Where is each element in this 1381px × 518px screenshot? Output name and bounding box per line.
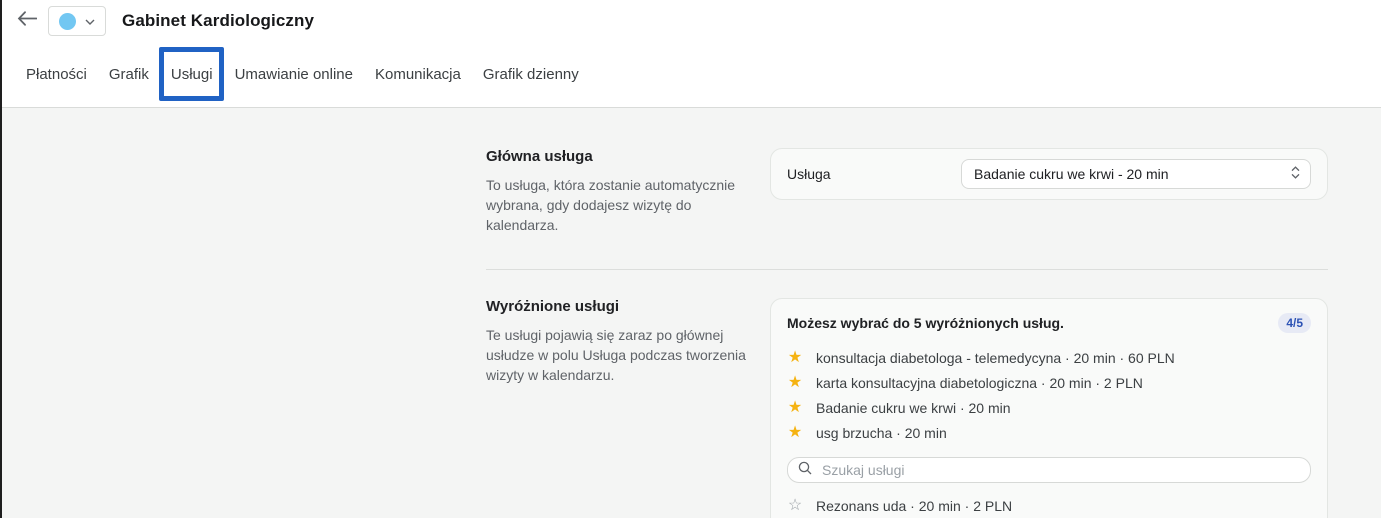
featured-services-heading: Wyróżnione usługi <box>486 298 620 315</box>
page-title: Gabinet Kardiologiczny <box>122 11 315 30</box>
star-filled-icon[interactable] <box>787 400 803 416</box>
featured-service-label: Badanie cukru we krwi · 20 min <box>816 399 1011 416</box>
select-stepper-icon <box>1291 166 1300 182</box>
featured-service-item: Badanie cukru we krwi · 20 min <box>787 395 1311 420</box>
service-search-box <box>787 457 1311 483</box>
search-icon <box>798 461 812 480</box>
star-filled-icon[interactable] <box>787 375 803 391</box>
services-settings-content: Główna usługa To usługa, która zostanie … <box>2 108 1381 518</box>
service-search-input[interactable] <box>820 461 1300 479</box>
arrow-left-icon <box>17 11 38 31</box>
tab-umawianie-online[interactable]: Umawianie online <box>234 64 354 85</box>
tab-grafik[interactable]: Grafik <box>108 64 150 85</box>
tab-grafik-dzienny[interactable]: Grafik dzienny <box>482 64 580 85</box>
main-service-section: Główna usługa To usługa, która zostanie … <box>486 148 1381 235</box>
featured-count-badge: 4/5 <box>1278 313 1311 333</box>
featured-service-label: usg brzucha · 20 min <box>816 424 947 441</box>
featured-service-item: konsultacja diabetologa - telemedycyna ·… <box>787 345 1311 370</box>
star-filled-icon[interactable] <box>787 350 803 366</box>
main-service-select[interactable]: Badanie cukru we krwi - 20 min <box>961 159 1311 189</box>
featured-services-description-block: Wyróżnione usługi Te usługi pojawią się … <box>486 298 748 385</box>
main-service-description: To usługa, która zostanie automatycznie … <box>486 177 736 233</box>
header: Gabinet Kardiologiczny Płatności Grafik … <box>2 0 1381 108</box>
tab-uslugi[interactable]: Usługi <box>158 47 224 101</box>
featured-limit-text: Możesz wybrać do 5 wyróżnionych usług. <box>787 315 1064 331</box>
featured-service-label: konsultacja diabetologa - telemedycyna ·… <box>816 349 1175 366</box>
star-filled-icon[interactable] <box>787 425 803 441</box>
featured-services-card: Możesz wybrać do 5 wyróżnionych usług. 4… <box>770 298 1328 518</box>
featured-services-section: Wyróżnione usługi Te usługi pojawią się … <box>486 298 1381 518</box>
star-outline-icon[interactable] <box>787 498 803 514</box>
featured-service-label: karta konsultacyjna diabetologiczna · 20… <box>816 374 1143 391</box>
app-window: Gabinet Kardiologiczny Płatności Grafik … <box>0 0 1381 518</box>
main-service-heading: Główna usługa <box>486 148 593 165</box>
back-button[interactable] <box>14 8 40 34</box>
main-service-select-value: Badanie cukru we krwi - 20 min <box>974 166 1169 182</box>
featured-services-description: Te usługi pojawią się zaraz po głównej u… <box>486 327 746 383</box>
tab-komunikacja[interactable]: Komunikacja <box>374 64 462 85</box>
available-service-item: Rezonans uda · 20 min · 2 PLN <box>787 493 1311 518</box>
tab-bar: Płatności Grafik Usługi Umawianie online… <box>2 42 1381 107</box>
available-service-label: Rezonans uda · 20 min · 2 PLN <box>816 497 1013 514</box>
main-service-description-block: Główna usługa To usługa, która zostanie … <box>486 148 748 235</box>
tab-uslugi-label: Usługi <box>170 66 213 83</box>
practice-avatar-dropdown[interactable] <box>48 6 106 36</box>
main-service-card: Usługa Badanie cukru we krwi - 20 min <box>770 148 1328 200</box>
featured-service-item: karta konsultacyjna diabetologiczna · 20… <box>787 370 1311 395</box>
service-field-label: Usługa <box>787 166 831 182</box>
avatar <box>59 12 76 30</box>
featured-service-item: usg brzucha · 20 min <box>787 420 1311 445</box>
tab-platnosci[interactable]: Płatności <box>25 64 88 85</box>
section-divider <box>486 269 1328 270</box>
chevron-down-icon <box>85 12 95 30</box>
